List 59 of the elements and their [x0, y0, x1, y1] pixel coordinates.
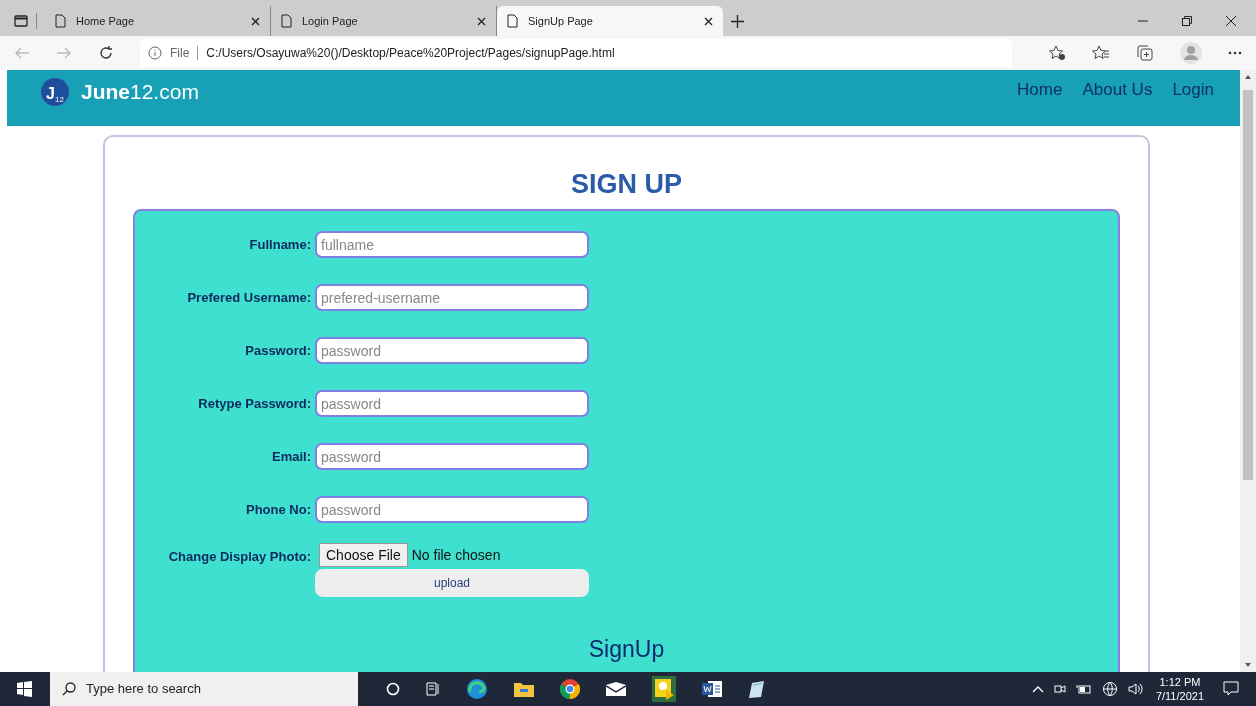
folder-icon[interactable] [514, 681, 534, 697]
nav-link[interactable]: Login [1172, 77, 1214, 103]
cortana-icon[interactable] [386, 682, 400, 696]
input-field[interactable]: password [315, 443, 589, 470]
close-icon[interactable] [477, 16, 486, 26]
file-status: No file chosen [411, 545, 501, 565]
word-icon[interactable] [702, 680, 722, 698]
scheme-label: File [170, 45, 190, 62]
field-label: Prefered Username: [186, 288, 312, 307]
search-icon [62, 682, 76, 696]
new-tab-icon[interactable] [731, 14, 744, 28]
favorites-icon[interactable] [1092, 45, 1110, 61]
chrome-icon[interactable] [560, 679, 580, 699]
speaker-icon[interactable] [1127, 682, 1144, 696]
input-field[interactable]: password [315, 390, 589, 417]
input-field[interactable]: password [315, 496, 589, 523]
meet-icon[interactable] [1053, 682, 1066, 696]
field-label: Phone No: [245, 500, 312, 519]
url-text: C:/Users/Osayuwa%20()/Desktop/Peace%20Project/Pages/signupPage.html [206, 45, 615, 62]
clock[interactable]: 1:12 PM 7/11/2021 [1153, 675, 1206, 703]
edge-browser-icon[interactable] [466, 678, 488, 700]
input-field[interactable]: prefered-username [315, 284, 589, 311]
choose-file-button[interactable]: Choose File [319, 543, 408, 567]
more-icon[interactable] [1228, 51, 1242, 55]
page-icon [55, 14, 66, 28]
form-title: SIGN UP [570, 168, 683, 201]
field-label: Email: [271, 447, 312, 466]
globe-icon[interactable] [1101, 681, 1118, 697]
close-icon[interactable] [251, 16, 260, 26]
restore-icon[interactable] [1182, 16, 1192, 26]
scroll-thumb[interactable] [1243, 90, 1253, 480]
field-label: Change Display Photo: [167, 548, 312, 566]
chevron-up-icon[interactable] [1031, 685, 1044, 693]
input-field[interactable]: fullname [315, 231, 589, 258]
page-icon [507, 14, 518, 28]
address-bar[interactable]: File C:/Users/Osayuwa%20()/Desktop/Peace%20Project/Pages/signupPage.html [140, 39, 1012, 67]
browser-tab[interactable]: SignUp Page [497, 6, 723, 36]
upload-button[interactable]: upload [315, 569, 589, 597]
task-view-icon[interactable] [426, 682, 440, 696]
field-label: Password: [244, 341, 312, 360]
collections-icon[interactable] [1136, 45, 1154, 61]
scrollbar[interactable] [1240, 70, 1256, 672]
nav-link[interactable]: About Us [1082, 77, 1153, 103]
media-player-icon[interactable] [652, 676, 676, 702]
field-label: Fullname: [248, 235, 312, 254]
battery-icon[interactable] [1075, 684, 1092, 694]
taskbar-search-field[interactable]: Type here to search [50, 672, 358, 706]
add-favorite-icon[interactable] [1048, 45, 1066, 61]
mail-icon[interactable] [606, 682, 626, 696]
workspaces-icon[interactable] [14, 15, 28, 27]
refresh-icon[interactable] [98, 45, 114, 61]
signup-button[interactable]: SignUp [588, 635, 665, 663]
close-icon[interactable] [1226, 16, 1236, 26]
info-icon [148, 46, 162, 60]
input-field[interactable]: password [315, 337, 589, 364]
field-label: Retype Password: [197, 394, 312, 413]
close-icon[interactable] [704, 16, 713, 26]
page-icon [281, 14, 292, 28]
nav-link[interactable]: Home [1017, 77, 1063, 103]
